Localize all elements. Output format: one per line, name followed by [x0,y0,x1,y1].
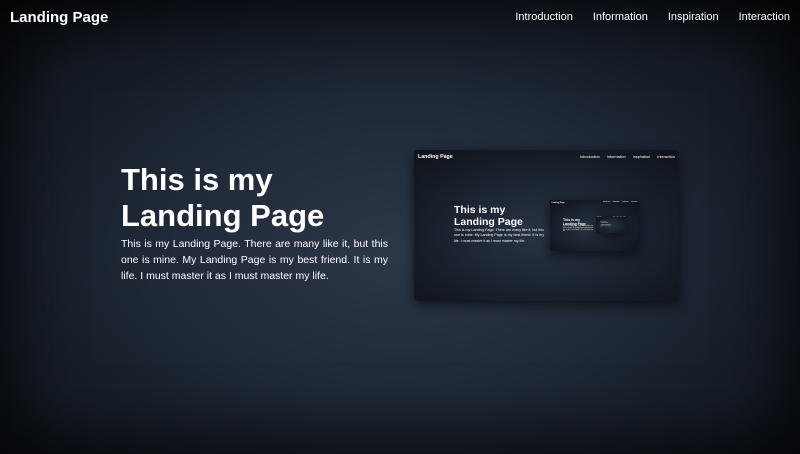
preview-navbar: Landing Page Introduction Information In… [414,150,679,163]
deep-nested-preview-screenshot: Landing Page Introduction Information In… [596,216,626,233]
preview-nav-inspiration: Inspiration [632,154,651,159]
nested-preview-hero-body: This is my Landing Page. There are many … [563,226,593,233]
preview-hero-title-line-1: This is my [454,204,506,216]
background-vignette [0,0,800,454]
brand-logo[interactable]: Landing Page [10,9,108,26]
deep-preview-navbar: Landing Page Introduction Information In… [596,216,626,218]
preview-brand: Landing Page [418,153,453,160]
hero-section: This is my Landing Page This is my Landi… [121,162,388,284]
preview-hero-title: This is my Landing Page [454,204,544,228]
deep-preview-hero-body: This is my Landing Page. There are many … [601,225,611,227]
nested-preview-brand: Landing Page [551,201,565,204]
nested-preview-hero: This is my Landing Page This is my Landi… [563,218,593,233]
hero-body: This is my Landing Page. There are many … [121,238,388,282]
navbar: Landing Page Introduction Information In… [0,0,800,34]
nav-introduction[interactable]: Introduction [515,11,572,23]
preview-nav-interaction: Interaction [657,154,675,159]
preview-nav-links: Introduction Information Inspiration Int… [580,155,675,159]
preview-nav-information: Information [606,154,626,159]
deep-preview-brand: Landing Page [597,217,602,218]
preview-nav-introduction: Introduction [579,154,600,159]
nested-preview-nav-introduction: Introduction [602,202,611,203]
deep-preview-hero: This is my Landing Page This is my Landi… [601,222,611,227]
nested-preview-screenshot: Landing Page Introduction Information In… [550,200,639,251]
hero-title-line-2: Landing Page [121,198,325,233]
nested-preview-hero-title: This is my Landing Page [563,218,593,226]
nested-preview-nav-inspiration: Inspiration [622,202,629,203]
nested-preview-nav-information: Information [612,202,620,203]
page-preview-screenshot: Landing Page Introduction Information In… [414,150,679,301]
hero-title-line-1: This is my [121,162,273,197]
hero-title: This is my Landing Page [121,162,388,234]
nav-information[interactable]: Information [593,11,648,23]
nested-preview-nav-interaction: Interaction [631,202,638,203]
preview-hero-title-line-2: Landing Page [454,216,523,228]
nav-links: Introduction Information Inspiration Int… [515,11,790,23]
preview-hero-body: This is my Landing Page. There are many … [454,228,544,243]
landing-page: { "header": { "brand": "Landing Page", "… [0,0,800,454]
nav-inspiration[interactable]: Inspiration [668,11,719,23]
nested-preview-navbar: Landing Page Introduction Information In… [550,200,639,205]
nav-interaction[interactable]: Interaction [739,11,790,23]
nested-preview-nav-links: Introduction Information Inspiration Int… [603,202,638,203]
preview-hero: This is my Landing Page This is my Landi… [454,204,544,244]
